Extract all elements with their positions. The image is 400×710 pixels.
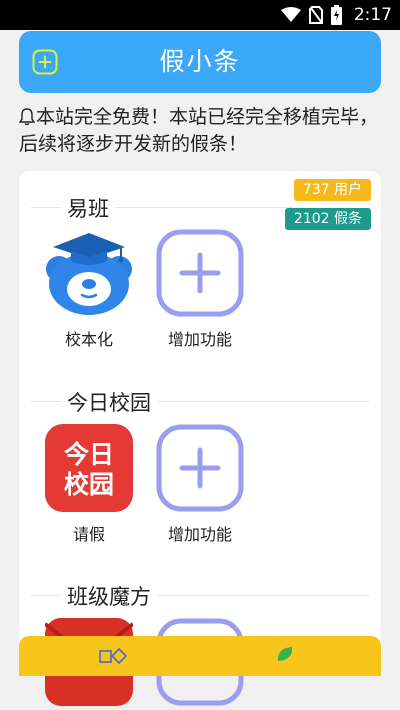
logo-line-1: 今日 [64,440,114,469]
app-title: 假小条 [159,47,241,76]
status-time: 2:17 [353,5,392,25]
section-title-yiban: 易班 [61,193,115,223]
leaf-icon[interactable] [276,645,294,663]
app-header: 假小条 [19,31,381,93]
users-count-badge: 737 用户 [293,179,371,201]
logo-line-2: 校园 [64,470,114,499]
status-icons: 2:17 [280,5,392,25]
tile-xiaobenhua[interactable]: 校本化 [39,229,139,350]
wifi-icon [280,7,301,22]
notice-banner: 本站完全免费！本站已经完全移植完毕，后续将逐步开发新的假条！ [19,104,383,158]
posts-count-badge: 2102 假条 [284,208,371,230]
tile-label: 增加功能 [167,525,232,544]
tile-label: 增加功能 [167,330,232,349]
add-feature-icon [156,424,244,512]
battery-charging-icon [330,5,342,25]
services-card: 737 用户 2102 假条 易班 校本化 增加功能 今日校园 今日 校园 请假… [19,171,381,706]
tile-add-feature[interactable]: 增加功能 [150,424,250,545]
notice-text: 本站完全免费！本站已经完全移植完毕，后续将逐步开发新的假条！ [19,106,379,155]
add-feature-icon [156,229,244,317]
tile-add-feature[interactable]: 增加功能 [150,229,250,350]
bell-icon [19,108,35,126]
status-bar: 2:17 [0,0,400,30]
yiban-bear-logo [45,229,133,317]
no-sim-icon [308,6,323,24]
tile-label: 校本化 [64,330,113,349]
today-campus-logo: 今日 校园 [45,424,133,512]
tile-leave-request[interactable]: 今日 校园 请假 [39,424,139,545]
section-title-class-cube: 班级魔方 [61,581,157,611]
bottom-tab-bar [19,636,381,676]
tile-label: 请假 [72,525,105,544]
section-title-today-campus: 今日校园 [61,387,157,417]
